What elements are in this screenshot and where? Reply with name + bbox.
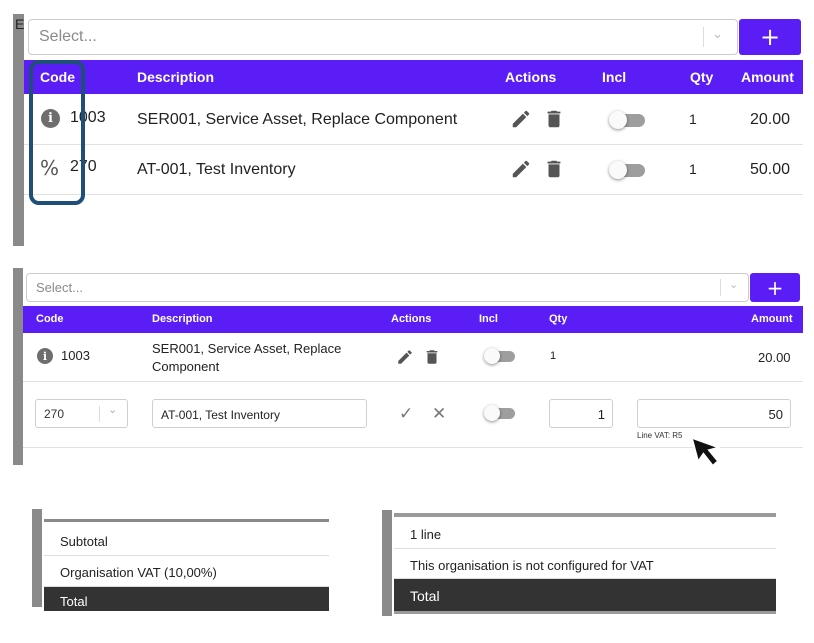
code-column-highlight <box>29 60 85 205</box>
total-row: Total <box>44 587 329 611</box>
cancel-icon[interactable]: ✕ <box>432 404 446 424</box>
row-description: SER001, Service Asset, Replace Component <box>137 111 458 128</box>
row-amount: 20.00 <box>758 350 791 365</box>
chevron-down-icon[interactable]: ⌄ <box>712 26 723 42</box>
vat-note-row: This organisation is not configured for … <box>394 549 776 579</box>
col-incl: Incl <box>479 313 498 325</box>
subtotal-row: Subtotal <box>44 522 329 556</box>
qty-value: 1 <box>597 407 605 422</box>
description-input[interactable]: AT-001, Test Inventory <box>152 399 367 428</box>
col-description: Description <box>152 313 213 325</box>
col-description: Description <box>137 69 215 85</box>
panel2-table-header: Code Description Actions Incl Qty Amount <box>23 306 803 333</box>
row-qty: 1 <box>550 350 557 362</box>
col-amount: Amount <box>741 69 794 85</box>
edit-icon[interactable] <box>510 158 532 185</box>
panel2-left-edge <box>13 268 23 465</box>
col-actions: Actions <box>505 69 557 85</box>
add-line-button[interactable]: + <box>739 19 801 55</box>
add-label: + <box>766 275 784 300</box>
col-qty: Qty <box>549 313 568 325</box>
totals-right-panel: 1 line This organisation is not configur… <box>394 513 776 617</box>
select-separator <box>720 279 721 296</box>
total-label: Total <box>410 588 440 604</box>
panel1-left-edge <box>13 14 24 246</box>
incl-toggle[interactable] <box>484 347 518 365</box>
vat-row: Organisation VAT (10,00%) <box>44 556 329 587</box>
amount-value: 50 <box>768 407 783 422</box>
table-row: i 1003 SER001, Service Asset, Replace Co… <box>24 95 803 145</box>
product-select[interactable]: Select... <box>26 273 749 302</box>
row-description: AT-001, Test Inventory <box>137 161 296 178</box>
row-qty: 1 <box>689 161 697 177</box>
table-row: % 270 AT-001, Test Inventory 1 50.00 <box>24 145 803 195</box>
totals-left-panel: Subtotal Organisation VAT (10,00%) Total <box>44 519 329 611</box>
row-description-line2: Component <box>152 359 220 374</box>
info-icon[interactable]: i <box>37 348 53 364</box>
vat-not-configured-note: This organisation is not configured for … <box>410 558 654 573</box>
incl-toggle[interactable] <box>484 404 518 422</box>
row-qty: 1 <box>689 111 697 127</box>
vat-label: Organisation VAT (10,00%) <box>60 565 217 580</box>
product-select[interactable]: Select... <box>28 19 738 55</box>
description-value: AT-001, Test Inventory <box>161 408 280 422</box>
amount-input[interactable]: 50 <box>637 399 791 428</box>
select-separator <box>99 406 100 422</box>
row-code: 1003 <box>61 348 90 363</box>
delete-icon[interactable] <box>423 348 441 369</box>
totals-right-edge <box>382 510 392 616</box>
qty-input[interactable]: 1 <box>549 399 613 428</box>
line-vat-note: Line VAT: R5 <box>637 431 683 440</box>
code-value: 270 <box>44 407 65 421</box>
col-actions: Actions <box>391 313 432 325</box>
incl-toggle[interactable] <box>609 109 649 131</box>
select-placeholder: Select... <box>39 28 97 45</box>
total-label: Total <box>60 594 88 609</box>
col-incl: Incl <box>602 69 627 85</box>
row-amount: 50.00 <box>750 161 791 178</box>
delete-icon[interactable] <box>543 108 565 135</box>
chevron-down-icon[interactable]: ⌄ <box>729 278 738 291</box>
code-select[interactable]: 270 ⌄ <box>35 399 128 428</box>
edit-icon[interactable] <box>396 348 414 369</box>
panel1-edge-letter: E <box>15 16 25 32</box>
row-amount: 20.00 <box>750 111 791 128</box>
table-row: i 1003 SER001, Service Asset, Replace Co… <box>23 334 803 382</box>
subtotal-label: Subtotal <box>60 534 108 549</box>
confirm-icon[interactable]: ✓ <box>399 404 413 424</box>
edit-icon[interactable] <box>510 108 532 135</box>
bottom-divider <box>394 611 776 614</box>
total-row: Total <box>394 579 776 611</box>
incl-toggle[interactable] <box>609 159 649 181</box>
cursor-icon <box>690 436 728 481</box>
chevron-down-icon[interactable]: ⌄ <box>108 403 117 416</box>
lines-count: 1 line <box>410 527 442 542</box>
panel1-table-header: Code Description Actions Incl Qty Amount <box>24 60 803 94</box>
select-separator <box>703 27 704 47</box>
add-line-button[interactable]: + <box>750 273 800 302</box>
row-description-line1: SER001, Service Asset, Replace <box>152 341 342 356</box>
select-placeholder: Select... <box>36 280 83 295</box>
lines-row: 1 line <box>394 517 776 549</box>
col-code: Code <box>36 313 64 325</box>
add-label: + <box>759 23 781 51</box>
col-amount: Amount <box>751 313 793 325</box>
totals-left-edge <box>32 509 42 607</box>
col-qty: Qty <box>690 69 714 85</box>
delete-icon[interactable] <box>543 158 565 185</box>
edit-row: 270 ⌄ AT-001, Test Inventory ✓ ✕ 1 50 Li… <box>23 382 803 448</box>
